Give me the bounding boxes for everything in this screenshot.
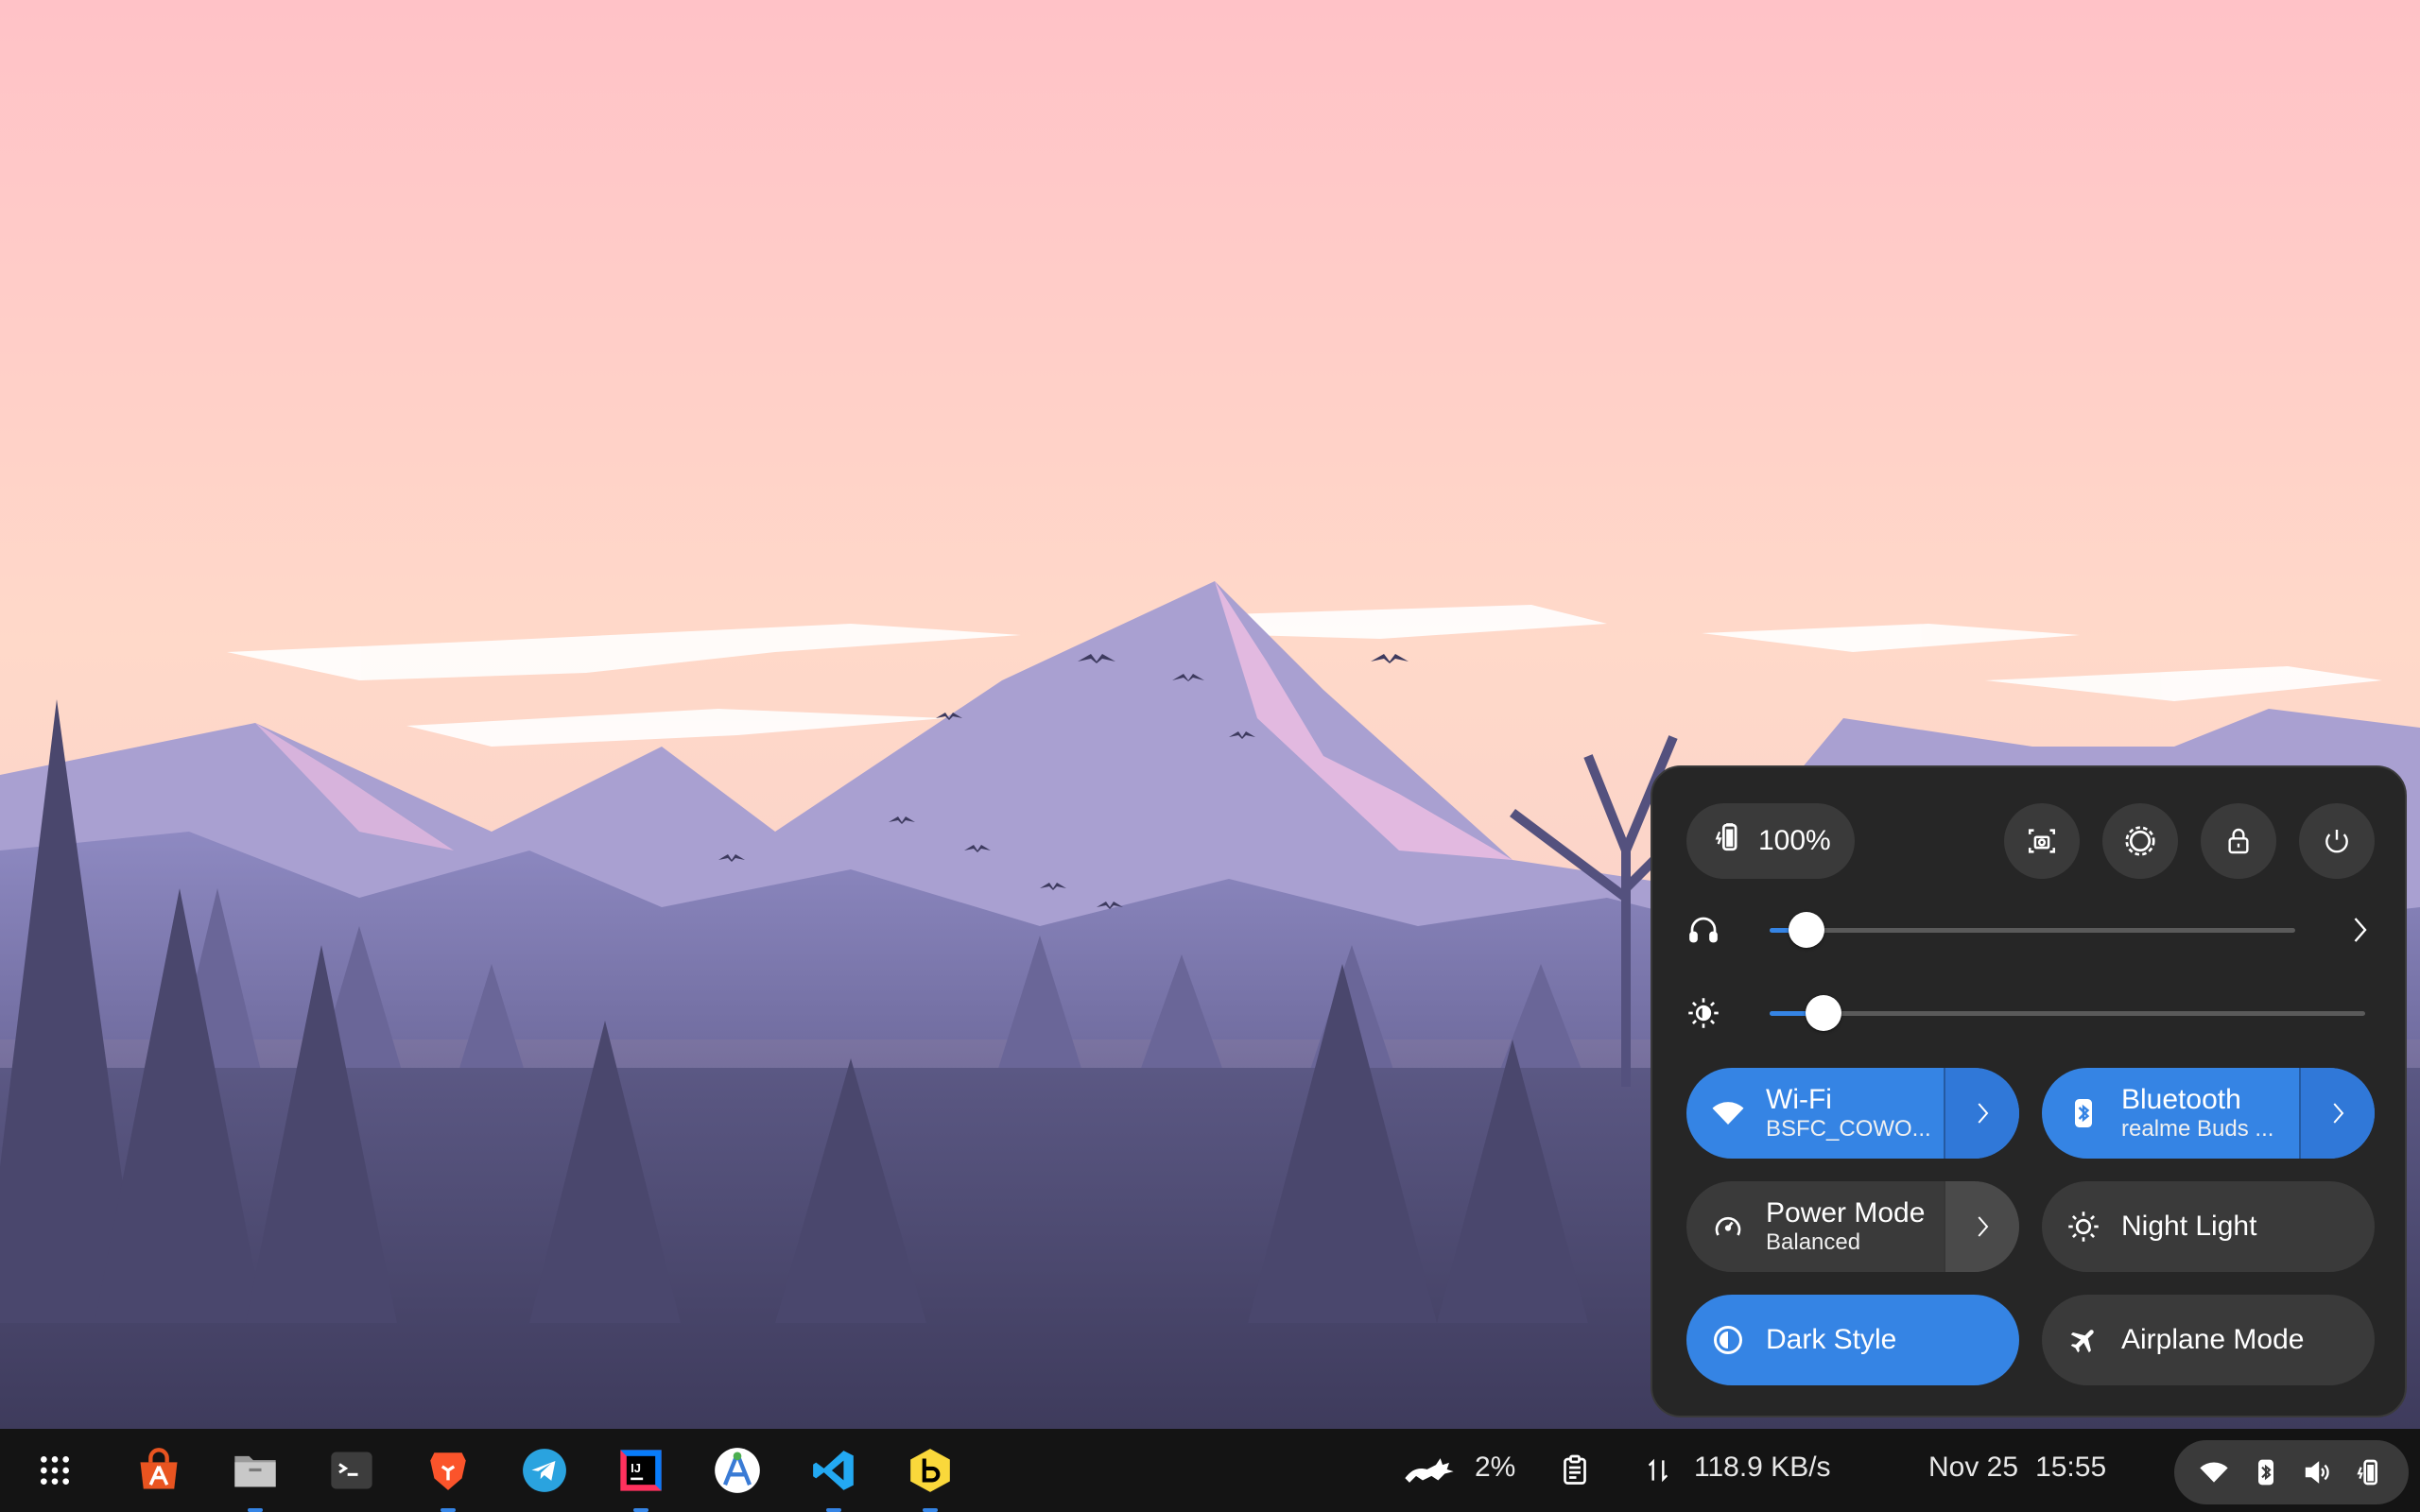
android-studio-launcher[interactable]: [711, 1444, 764, 1497]
wifi-icon: [1712, 1102, 1744, 1125]
telegram-icon: [523, 1449, 566, 1492]
bluetooth-device-name: realme Buds ...: [2121, 1116, 2274, 1142]
brightness-slider[interactable]: [1770, 1011, 2365, 1016]
airplane-mode-title: Airplane Mode: [2121, 1324, 2305, 1355]
battery-charging-icon: [1713, 821, 1745, 861]
gear-icon: [2125, 826, 2155, 856]
software-store-icon: [140, 1448, 178, 1489]
brightness-slider-row: [1686, 985, 2377, 1041]
running-indicator: [248, 1508, 263, 1512]
night-light-toggle[interactable]: Night Light: [2042, 1181, 2375, 1272]
terminal-icon: [331, 1452, 372, 1489]
telegram-launcher[interactable]: [518, 1444, 571, 1497]
vscode-launcher[interactable]: [807, 1444, 860, 1512]
system-monitor-cat-icon[interactable]: [1403, 1453, 1456, 1487]
bluetooth-toggle[interactable]: Bluetooth realme Buds ...: [2042, 1068, 2375, 1159]
battery-status-button[interactable]: 100%: [1686, 803, 1855, 879]
airplane-icon: [2070, 1330, 2094, 1353]
airplane-mode-toggle[interactable]: Airplane Mode: [2042, 1295, 2375, 1385]
svg-text:IJ: IJ: [631, 1461, 641, 1475]
intellij-idea-icon: IJ: [620, 1450, 662, 1491]
app-grid-button[interactable]: [28, 1444, 81, 1497]
wifi-menu-button[interactable]: [1944, 1068, 2019, 1159]
brave-lion-icon: [430, 1452, 466, 1490]
lock-screen-button[interactable]: [2201, 803, 2276, 879]
wifi-icon: [2199, 1462, 2228, 1483]
running-indicator: [826, 1508, 841, 1512]
vscode-icon: [813, 1451, 854, 1490]
app-grid-icon: [41, 1456, 69, 1485]
power-icon: [2325, 830, 2348, 853]
power-mode-value: Balanced: [1766, 1229, 1861, 1255]
taskbar: IJ 2% 118.9 KB/s Nov 25 15:55: [0, 1429, 2420, 1512]
folder-icon: [234, 1455, 276, 1487]
intellij-idea-launcher[interactable]: IJ: [614, 1444, 667, 1512]
night-light-title: Night Light: [2121, 1211, 2257, 1242]
brightness-slider-knob[interactable]: [1806, 995, 1841, 1031]
power-mode-title: Power Mode: [1766, 1197, 1926, 1228]
bluetooth-icon: [2257, 1459, 2273, 1486]
beekeeper-launcher[interactable]: [904, 1444, 957, 1512]
network-speed-text: 118.9 KB/s: [1694, 1452, 1831, 1483]
beekeeper-icon: [910, 1449, 950, 1492]
battery-percentage: 100%: [1758, 825, 1831, 856]
files-launcher[interactable]: [229, 1444, 282, 1512]
clock-time: 15:55: [2035, 1452, 2107, 1483]
clock-date: Nov 25: [1928, 1452, 2019, 1483]
volume-slider[interactable]: [1770, 928, 2295, 933]
software-store-launcher[interactable]: [132, 1444, 185, 1497]
headphones-icon: [1689, 917, 1718, 943]
power-mode-gauge-icon: [1715, 1216, 1741, 1236]
power-off-button[interactable]: [2299, 803, 2375, 879]
clipboard-icon[interactable]: [1558, 1453, 1592, 1487]
volume-slider-row: [1686, 902, 2377, 958]
chevron-right-icon: [1978, 1103, 1989, 1124]
bluetooth-menu-button[interactable]: [2299, 1068, 2375, 1159]
settings-button[interactable]: [2102, 803, 2178, 879]
volume-icon: [2305, 1461, 2329, 1484]
running-indicator: [923, 1508, 938, 1512]
chevron-right-icon: [2333, 1103, 2344, 1124]
system-status-tray[interactable]: [2174, 1440, 2409, 1504]
power-mode-toggle[interactable]: Power Mode Balanced: [1686, 1181, 2019, 1272]
wifi-title: Wi-Fi: [1766, 1084, 1832, 1115]
lock-icon: [2228, 828, 2249, 854]
android-studio-icon: [715, 1448, 760, 1493]
screenshot-button[interactable]: [2004, 803, 2080, 879]
night-light-icon: [2068, 1211, 2099, 1242]
dark-style-toggle[interactable]: Dark Style: [1686, 1295, 2019, 1385]
dark-style-title: Dark Style: [1766, 1324, 1897, 1355]
screenshot-icon: [2028, 829, 2056, 853]
terminal-launcher[interactable]: [325, 1444, 378, 1497]
wifi-toggle[interactable]: Wi-Fi BSFC_COWO...: [1686, 1068, 2019, 1159]
wifi-network-name: BSFC_COWO...: [1766, 1116, 1931, 1142]
running-indicator: [441, 1508, 456, 1512]
cpu-usage-text: 2%: [1475, 1452, 1516, 1483]
dark-style-icon: [1714, 1326, 1742, 1354]
network-speed-arrows-icon: [1648, 1458, 1668, 1483]
brave-browser-launcher[interactable]: [422, 1444, 475, 1512]
chevron-right-icon[interactable]: [2342, 913, 2377, 947]
power-mode-menu-button[interactable]: [1944, 1181, 2019, 1272]
volume-slider-knob[interactable]: [1789, 912, 1824, 948]
bluetooth-icon: [2075, 1099, 2092, 1127]
quick-settings-panel: 100% Wi-Fi BSFC_COWO... Bluetooth realme…: [1651, 765, 2407, 1418]
running-indicator: [633, 1508, 648, 1512]
bluetooth-title: Bluetooth: [2121, 1084, 2241, 1115]
battery-charging-icon: [2356, 1459, 2377, 1486]
chevron-right-icon: [1978, 1216, 1989, 1237]
brightness-icon: [1688, 998, 1719, 1028]
clock[interactable]: Nov 25 15:55: [1928, 1452, 2106, 1484]
